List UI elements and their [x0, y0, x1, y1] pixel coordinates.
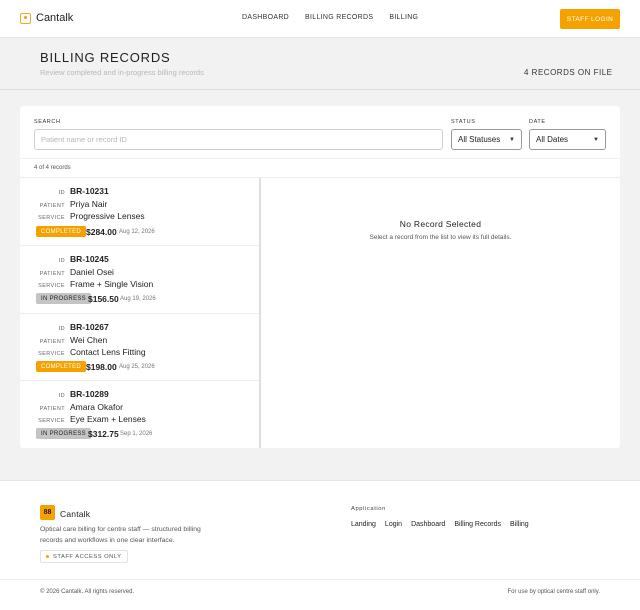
- divider: [0, 579, 640, 580]
- field-label-patient: PATIENT: [39, 203, 65, 209]
- status-badge: IN PROGRESS: [36, 293, 91, 304]
- record-item[interactable]: ID BR-10267 PATIENT Wei Chen SERVICE Contac…: [20, 314, 260, 381]
- field-label-service: SERVICE: [38, 283, 65, 289]
- record-patient: Daniel Osei: [70, 267, 114, 277]
- brand-logo-icon: [20, 12, 31, 24]
- status-badge: COMPLETED: [36, 226, 87, 237]
- date-select[interactable]: All Dates ▼: [529, 129, 606, 150]
- field-label-service: SERVICE: [38, 418, 65, 424]
- empty-state-title: No Record Selected: [399, 219, 482, 229]
- footer-link-login[interactable]: Login: [385, 521, 402, 528]
- footer-app-title: Application: [351, 506, 386, 512]
- record-date: Aug 12, 2026: [119, 229, 155, 235]
- record-date: Aug 19, 2026: [120, 296, 156, 302]
- field-label-service: SERVICE: [38, 215, 65, 221]
- search-input[interactable]: [34, 129, 443, 150]
- status-badge: IN PROGRESS: [36, 428, 91, 439]
- record-service: Eye Exam + Lenses: [70, 414, 146, 424]
- nav-link-billing-records[interactable]: BILLING RECORDS: [305, 14, 373, 21]
- footer-link-landing[interactable]: Landing: [351, 521, 376, 528]
- nav-link-billing[interactable]: BILLING: [389, 14, 418, 21]
- footer-description: Optical care billing for centre staff — …: [40, 526, 201, 544]
- record-patient: Priya Nair: [70, 199, 108, 209]
- header-divider: [0, 89, 640, 90]
- date-select-value: All Dates: [536, 135, 569, 144]
- field-label-id: ID: [58, 190, 65, 196]
- record-item[interactable]: ID BR-10245 PATIENT Daniel Osei SERVICE Fra…: [20, 246, 260, 313]
- record-patient: Amara Okafor: [70, 402, 123, 412]
- list-meta: 4 of 4 records: [34, 165, 71, 171]
- nav-link-dashboard[interactable]: DASHBOARD: [242, 14, 289, 21]
- page-subtitle: Review completed and in-progress billing…: [40, 68, 204, 77]
- chevron-down-icon: ▼: [509, 136, 515, 143]
- record-item[interactable]: ID BR-10231 PATIENT Priya Nair SERVICE Prog…: [20, 178, 260, 245]
- status-select-value: All Statuses: [458, 135, 501, 144]
- empty-state-description: Select a record from the list to view it…: [369, 234, 512, 241]
- divider: [20, 158, 620, 159]
- page-title: BILLING RECORDS: [40, 50, 171, 65]
- staff-access-label: STAFF ACCESS ONLY: [53, 553, 122, 560]
- dot-icon: [46, 555, 49, 558]
- staff-access-badge: STAFF ACCESS ONLY: [40, 550, 128, 563]
- footer-links: Landing Login Dashboard Billing Records …: [351, 521, 529, 528]
- footer-brand: Cantalk: [60, 509, 91, 519]
- record-id: BR-10267: [70, 322, 109, 332]
- footer-link-billing[interactable]: Billing: [510, 521, 529, 528]
- footer: 88 Cantalk Optical care billing for cent…: [0, 480, 640, 610]
- field-label-patient: PATIENT: [39, 271, 65, 277]
- field-label-patient: PATIENT: [39, 406, 65, 412]
- record-id: BR-10289: [70, 389, 109, 399]
- field-label-id: ID: [58, 393, 65, 399]
- footer-link-dashboard[interactable]: Dashboard: [411, 521, 445, 528]
- brand-name: Cantalk: [36, 12, 74, 24]
- records-panel: SEARCH STATUS All Statuses ▼ DATE All Da…: [20, 106, 620, 448]
- record-date: Sep 1, 2026: [120, 431, 153, 437]
- footer-note: For use by optical centre staff only.: [507, 589, 601, 595]
- record-service: Contact Lens Fitting: [70, 347, 146, 357]
- record-date: Aug 25, 2026: [119, 364, 155, 370]
- status-badge: COMPLETED: [36, 361, 87, 372]
- chevron-down-icon: ▼: [593, 136, 599, 143]
- record-id: BR-10245: [70, 254, 109, 264]
- field-label-id: ID: [58, 258, 65, 264]
- top-nav: Cantalk DASHBOARD BILLING RECORDS BILLIN…: [0, 0, 640, 38]
- status-label: STATUS: [451, 119, 476, 125]
- record-service: Frame + Single Vision: [70, 279, 154, 289]
- copyright: © 2026 Cantalk. All rights reserved.: [40, 589, 135, 595]
- record-amount: $198.00: [86, 362, 117, 372]
- record-amount: $156.50: [88, 294, 119, 304]
- record-amount: $284.00: [86, 227, 117, 237]
- record-item[interactable]: ID BR-10289 PATIENT Amara Okafor SERVICE Ey…: [20, 381, 260, 448]
- footer-logo-icon: 88: [40, 505, 55, 520]
- record-id: BR-10231: [70, 186, 109, 196]
- staff-login-button[interactable]: STAFF LOGIN: [560, 9, 620, 29]
- footer-link-billing-records[interactable]: Billing Records: [454, 521, 501, 528]
- record-patient: Wei Chen: [70, 335, 108, 345]
- date-label: DATE: [529, 119, 546, 125]
- nav-links: DASHBOARD BILLING RECORDS BILLING: [242, 14, 418, 21]
- status-select[interactable]: All Statuses ▼: [451, 129, 522, 150]
- field-label-id: ID: [58, 326, 65, 332]
- brand[interactable]: Cantalk: [20, 12, 73, 24]
- record-service: Progressive Lenses: [70, 211, 145, 221]
- field-label-service: SERVICE: [38, 351, 65, 357]
- record-amount: $312.75: [88, 429, 119, 439]
- search-label: SEARCH: [34, 119, 61, 125]
- records-count: 4 RECORDS ON FILE: [524, 68, 613, 77]
- field-label-patient: PATIENT: [39, 339, 65, 345]
